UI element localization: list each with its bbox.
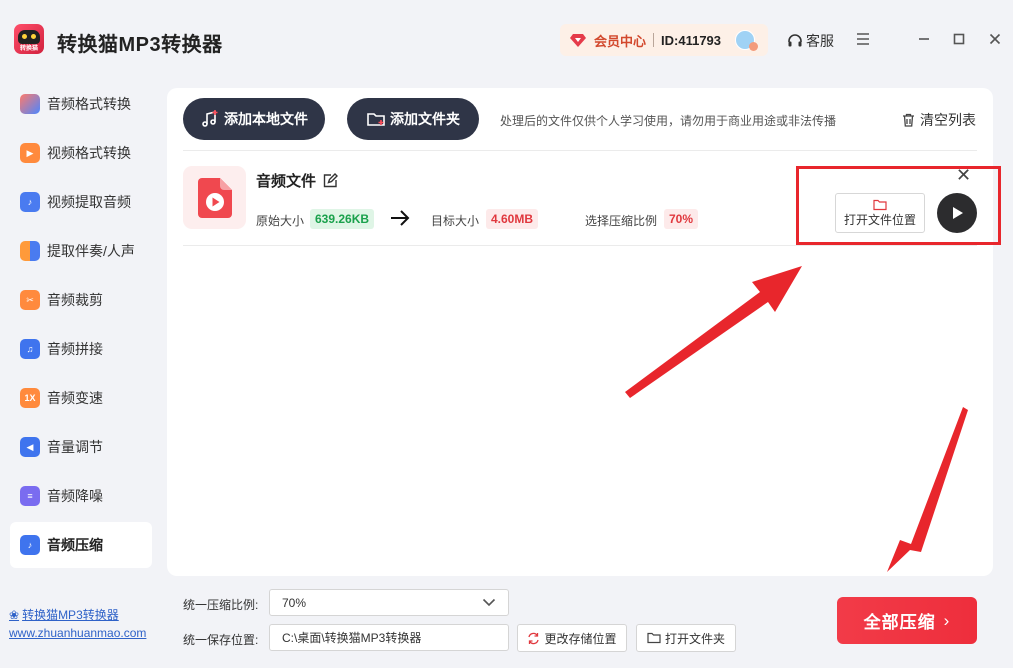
footer-url-link[interactable]: www.zhuanhuanmao.com — [9, 626, 146, 640]
add-local-file-label: 添加本地文件 — [224, 111, 308, 127]
sidebar-item-audio-join[interactable]: ♫ 音频拼接 — [10, 326, 152, 372]
original-size-value: 639.26KB — [310, 209, 375, 229]
usage-notice: 处理后的文件仅供个人学习使用，请勿用于商业用途或非法传播 — [500, 114, 837, 128]
file-thumbnail — [183, 166, 246, 229]
sidebar-item-label: 音频压缩 — [47, 537, 103, 553]
member-divider — [653, 33, 655, 47]
unified-ratio-label: 统一压缩比例: — [183, 598, 259, 612]
open-folder-button[interactable]: 打开文件夹 — [636, 624, 736, 652]
sidebar-item-label: 音频变速 — [47, 390, 103, 406]
file-name: 音频文件 — [256, 170, 339, 191]
compress-all-label: 全部压缩 — [863, 613, 936, 632]
volume-icon: ◀ — [20, 437, 40, 457]
footer-app-name: 转换猫MP3转换器 — [22, 608, 119, 622]
sidebar-item-label: 音频格式转换 — [47, 96, 131, 112]
compress-ratio-value[interactable]: 70% — [664, 209, 699, 229]
save-path-value: C:\桌面\转换猫MP3转换器 — [282, 631, 422, 645]
sidebar-item-label: 音频拼接 — [47, 341, 103, 357]
change-location-button[interactable]: 更改存储位置 — [517, 624, 627, 652]
sidebar-item-label: 视频提取音频 — [47, 194, 131, 210]
folder-icon — [647, 632, 661, 644]
arrow-right-icon — [391, 210, 410, 226]
extract-vocal-icon — [20, 241, 40, 261]
add-folder-button[interactable]: 添加文件夹 — [347, 98, 479, 140]
unified-ratio-select[interactable]: 70% — [269, 589, 509, 616]
chevron-down-icon — [482, 598, 496, 607]
audio-format-icon — [20, 94, 40, 114]
sidebar-item-video-format[interactable]: ▶ 视频格式转换 — [10, 130, 152, 176]
file-name-text: 音频文件 — [256, 173, 317, 190]
compress-all-button[interactable]: 全部压缩 › — [837, 597, 977, 644]
folder-icon — [873, 199, 887, 210]
user-id: ID:411793 — [661, 32, 722, 48]
file-row-divider — [183, 245, 977, 246]
original-size-label: 原始大小 — [256, 214, 305, 228]
target-size-label: 目标大小 — [431, 214, 480, 228]
support-button[interactable]: 客服 — [787, 31, 834, 51]
add-music-icon — [202, 110, 218, 127]
audio-join-icon: ♫ — [20, 339, 40, 359]
sidebar-item-label: 提取伴奏/人声 — [47, 243, 135, 259]
sidebar-item-label: 音量调节 — [47, 439, 103, 455]
compress-ratio-label: 选择压缩比例 — [585, 214, 658, 228]
add-folder-icon — [367, 113, 385, 126]
sidebar-item-label: 音频降噪 — [47, 488, 103, 504]
maximize-icon[interactable] — [950, 30, 968, 48]
video-extract-audio-icon: ♪ — [20, 192, 40, 212]
save-path-field[interactable]: C:\桌面\转换猫MP3转换器 — [269, 624, 509, 651]
minimize-icon[interactable] — [915, 30, 933, 48]
avatar[interactable] — [735, 30, 759, 51]
audio-cut-icon: ✂ — [20, 290, 40, 310]
sidebar-item-audio-speed[interactable]: 1X 音频变速 — [10, 375, 152, 421]
sidebar-item-video-extract-audio[interactable]: ♪ 视频提取音频 — [10, 179, 152, 225]
menu-icon[interactable] — [854, 30, 872, 48]
edit-icon[interactable] — [322, 172, 339, 189]
headset-icon — [788, 34, 802, 47]
remove-file-icon[interactable]: ✕ — [956, 166, 971, 184]
add-folder-label: 添加文件夹 — [390, 111, 460, 127]
unified-save-label: 统一保存位置: — [183, 633, 259, 647]
trash-icon — [903, 113, 914, 127]
clear-list-button[interactable]: 清空列表 — [902, 110, 976, 130]
add-local-file-button[interactable]: 添加本地文件 — [183, 98, 325, 140]
play-button[interactable] — [937, 193, 977, 233]
audio-compress-icon: ♪ — [20, 535, 40, 555]
unified-ratio-value: 70% — [282, 595, 307, 610]
diamond-icon — [570, 32, 586, 48]
app-logo-text: 转换猫 — [19, 46, 38, 52]
chevron-right-icon: › — [943, 610, 951, 630]
member-center-bar[interactable]: 会员中心 ID:411793 — [560, 24, 768, 56]
target-size-value: 4.60MB — [486, 209, 539, 229]
app-title: 转换猫MP3转换器 — [57, 34, 223, 56]
audio-file-icon — [197, 177, 232, 218]
close-window-icon[interactable] — [986, 30, 1004, 48]
support-label: 客服 — [806, 33, 834, 49]
open-file-location-label: 打开文件位置 — [843, 212, 916, 227]
toolbar-divider — [183, 150, 977, 151]
video-format-icon: ▶ — [20, 143, 40, 163]
paw-icon: ❀ — [9, 608, 20, 622]
change-location-label: 更改存储位置 — [544, 631, 617, 646]
sidebar-item-volume[interactable]: ◀ 音量调节 — [10, 424, 152, 470]
sidebar-item-label: 音频裁剪 — [47, 292, 103, 308]
play-icon — [953, 207, 963, 219]
refresh-icon — [528, 632, 540, 644]
member-center-label[interactable]: 会员中心 — [594, 31, 646, 50]
title-bar: 转换猫 转换猫MP3转换器 会员中心 ID:411793 客服 — [0, 0, 1013, 80]
open-file-location-button[interactable]: 打开文件位置 — [835, 193, 925, 233]
sidebar-item-denoise[interactable]: ≡ 音频降噪 — [10, 473, 152, 519]
main-panel: 添加本地文件 添加文件夹 处理后的文件仅供个人学习使用，请勿用于商业用途或非法传… — [167, 88, 993, 576]
sidebar-item-audio-cut[interactable]: ✂ 音频裁剪 — [10, 277, 152, 323]
sidebar-item-audio-compress[interactable]: ♪ 音频压缩 — [10, 522, 152, 568]
sidebar-item-label: 视频格式转换 — [47, 145, 131, 161]
sidebar-item-extract-vocal[interactable]: 提取伴奏/人声 — [10, 228, 152, 274]
audio-speed-icon: 1X — [20, 388, 40, 408]
sidebar-item-audio-format[interactable]: 音频格式转换 — [10, 81, 152, 127]
denoise-icon: ≡ — [20, 486, 40, 506]
app-logo: 转换猫 — [14, 24, 44, 54]
open-folder-label: 打开文件夹 — [664, 631, 725, 646]
clear-list-label: 清空列表 — [920, 112, 976, 128]
footer-app-link[interactable]: ❀ 转换猫MP3转换器 — [9, 606, 119, 623]
